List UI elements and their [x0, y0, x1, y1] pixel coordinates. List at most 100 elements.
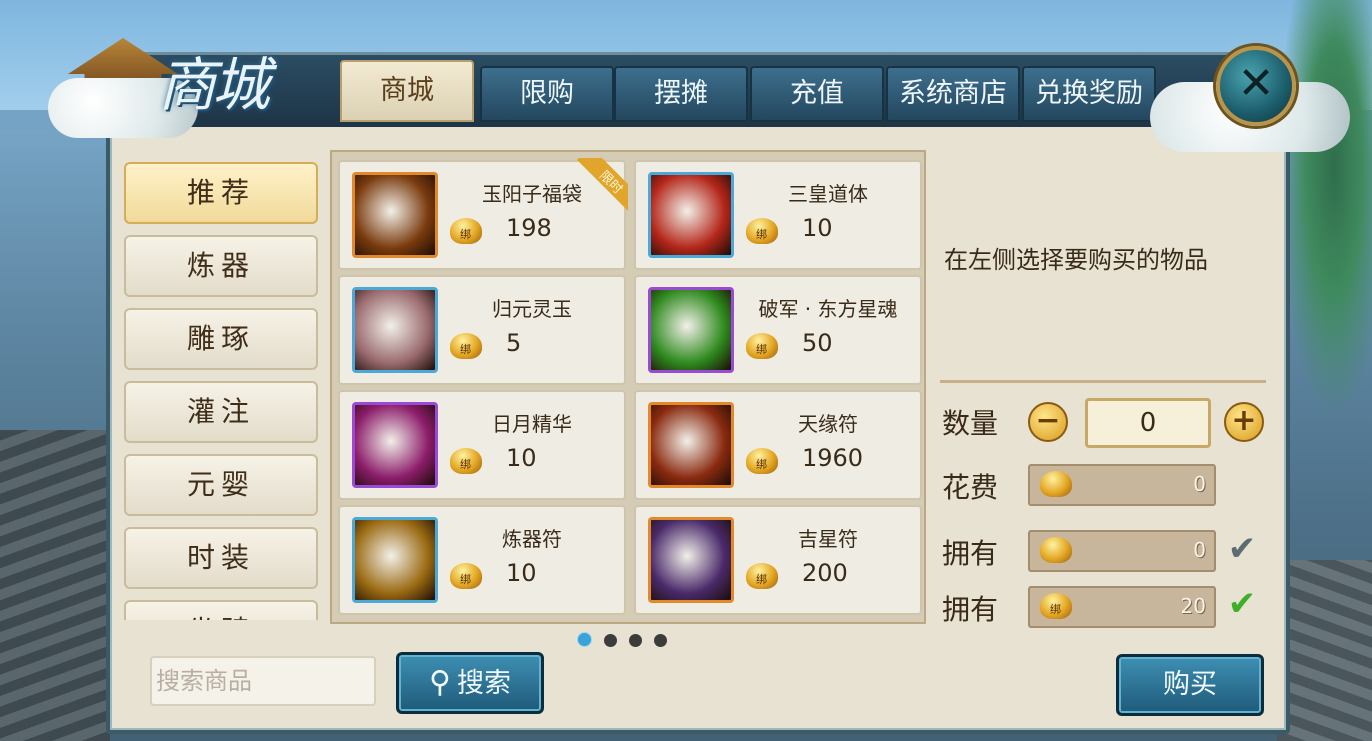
item-price: 198 [506, 214, 552, 242]
bound-gold-ingot-icon: 绑 [746, 563, 778, 589]
jade-stone-icon [352, 287, 438, 373]
bound-mark: 绑 [756, 458, 767, 471]
tab-4[interactable]: 系统商店 [886, 66, 1020, 122]
item-name: 炼器符 [502, 527, 562, 551]
own-gold-box: 0 [1028, 530, 1216, 572]
quantity-plus-button[interactable]: + [1224, 402, 1264, 442]
lucky-bag-icon [352, 172, 438, 258]
item-price: 200 [802, 559, 848, 587]
category-item-6[interactable]: 坐骑 [124, 600, 318, 620]
own-label-gold: 拥有 [942, 537, 999, 570]
cost-value-box: 0 [1028, 464, 1216, 506]
item-price: 10 [506, 444, 537, 472]
shop-item-card[interactable]: 归元灵玉绑 5 [338, 275, 626, 385]
own-bound-value: 20 [1180, 594, 1206, 618]
own-bound-box: 绑 20 [1028, 586, 1216, 628]
bound-mark: 绑 [756, 573, 767, 586]
category-item-4[interactable]: 元婴 [124, 454, 318, 516]
item-name: 三皇道体 [788, 182, 868, 206]
own-gold-value: 0 [1193, 538, 1206, 562]
bound-gold-ingot-icon: 绑 [450, 218, 482, 244]
bound-mark: 绑 [460, 573, 471, 586]
item-price: 10 [506, 559, 537, 587]
category-item-3[interactable]: 灌注 [124, 381, 318, 443]
bound-mark: 绑 [460, 458, 471, 471]
shop-logo: 商城 [48, 28, 298, 148]
shop-item-card[interactable]: 破军 · 东方星魂绑 50 [634, 275, 922, 385]
item-price: 10 [802, 214, 833, 242]
category-item-5[interactable]: 时装 [124, 527, 318, 589]
bound-gold-ingot-icon: 绑 [450, 448, 482, 474]
item-name: 吉星符 [798, 527, 858, 551]
shop-item-card[interactable]: 炼器符绑 10 [338, 505, 626, 615]
background-roof-left [0, 430, 110, 741]
tab-1[interactable]: 限购 [480, 66, 614, 122]
category-list[interactable]: 推荐炼器雕琢灌注元婴时装坐骑 [116, 150, 322, 620]
category-item-0[interactable]: 推荐 [124, 162, 318, 224]
item-name: 天缘符 [798, 412, 858, 436]
red-swirl-icon [648, 172, 734, 258]
bound-gold-ingot-icon: 绑 [746, 218, 778, 244]
gold-ingot-icon [1040, 471, 1072, 497]
yin-yang-icon [352, 402, 438, 488]
bound-mark: 绑 [756, 343, 767, 356]
search-input[interactable]: 搜索商品 [150, 656, 376, 706]
quantity-input[interactable]: 0 [1085, 398, 1211, 448]
tab-2[interactable]: 摆摊 [614, 66, 748, 122]
search-button[interactable]: ⚲ 搜索 [396, 652, 544, 714]
bound-gold-ingot-icon: 绑 [746, 448, 778, 474]
item-name: 破军 · 东方星魂 [758, 297, 898, 321]
cost-value: 0 [1193, 472, 1206, 496]
bound-gold-ingot-icon: 绑 [1040, 593, 1072, 619]
buy-button[interactable]: 购买 [1116, 654, 1264, 716]
item-price: 50 [802, 329, 833, 357]
background-roof-right [1277, 560, 1372, 741]
shop-item-card[interactable]: 三皇道体绑 10 [634, 160, 922, 270]
close-button[interactable]: ✕ [1216, 46, 1296, 126]
item-price: 5 [506, 329, 522, 357]
refine-talisman-icon [352, 517, 438, 603]
item-grid: 玉阳子福袋绑 198 限时 三皇道体绑 10 归元灵玉绑 5 破军 · 东方星魂绑 50 日月精华… [330, 150, 926, 624]
check-icon-selected[interactable]: ✔ [1222, 584, 1262, 624]
search-button-label: 搜索 [456, 668, 511, 699]
page-dot[interactable] [654, 634, 667, 647]
cost-label: 花费 [942, 471, 999, 504]
tab-0[interactable]: 商城 [340, 60, 474, 122]
category-item-1[interactable]: 炼器 [124, 235, 318, 297]
bound-gold-ingot-icon: 绑 [450, 563, 482, 589]
bound-mark: 绑 [460, 228, 471, 241]
selection-hint: 在左侧选择要购买的物品 [944, 246, 1208, 274]
page-dot[interactable] [629, 634, 642, 647]
page-dot[interactable] [604, 634, 617, 647]
quantity-label: 数量 [942, 407, 999, 440]
own-label-bound: 拥有 [942, 593, 999, 626]
check-icon-unselected[interactable]: ✔ [1222, 529, 1262, 569]
tab-5[interactable]: 兑换奖励 [1022, 66, 1156, 122]
item-price: 1960 [802, 444, 864, 472]
bound-mark: 绑 [1050, 603, 1061, 616]
item-name: 日月精华 [492, 412, 572, 436]
bound-mark: 绑 [460, 343, 471, 356]
shop-item-card[interactable]: 吉星符绑 200 [634, 505, 922, 615]
item-name: 归元灵玉 [492, 297, 572, 321]
limited-time-badge: 限时 [574, 158, 628, 212]
close-icon: ✕ [1237, 58, 1275, 109]
quantity-minus-button[interactable]: − [1028, 402, 1068, 442]
page-title: 商城 [158, 51, 270, 119]
shop-item-card[interactable]: 玉阳子福袋绑 198 限时 [338, 158, 628, 270]
limited-time-badge-label: 限时 [576, 158, 628, 212]
page-dot[interactable] [577, 632, 592, 647]
category-item-2[interactable]: 雕琢 [124, 308, 318, 370]
divider [940, 380, 1266, 383]
tab-3[interactable]: 充值 [750, 66, 884, 122]
shop-item-card[interactable]: 天缘符绑 1960 [634, 390, 922, 500]
page-indicator [577, 632, 679, 651]
green-orb-icon [648, 287, 734, 373]
gold-ingot-icon [1040, 537, 1072, 563]
shop-item-card[interactable]: 日月精华绑 10 [338, 390, 626, 500]
bound-mark: 绑 [756, 228, 767, 241]
bound-gold-ingot-icon: 绑 [746, 333, 778, 359]
fate-talisman-icon [648, 402, 734, 488]
star-talisman-icon [648, 517, 734, 603]
bound-gold-ingot-icon: 绑 [450, 333, 482, 359]
